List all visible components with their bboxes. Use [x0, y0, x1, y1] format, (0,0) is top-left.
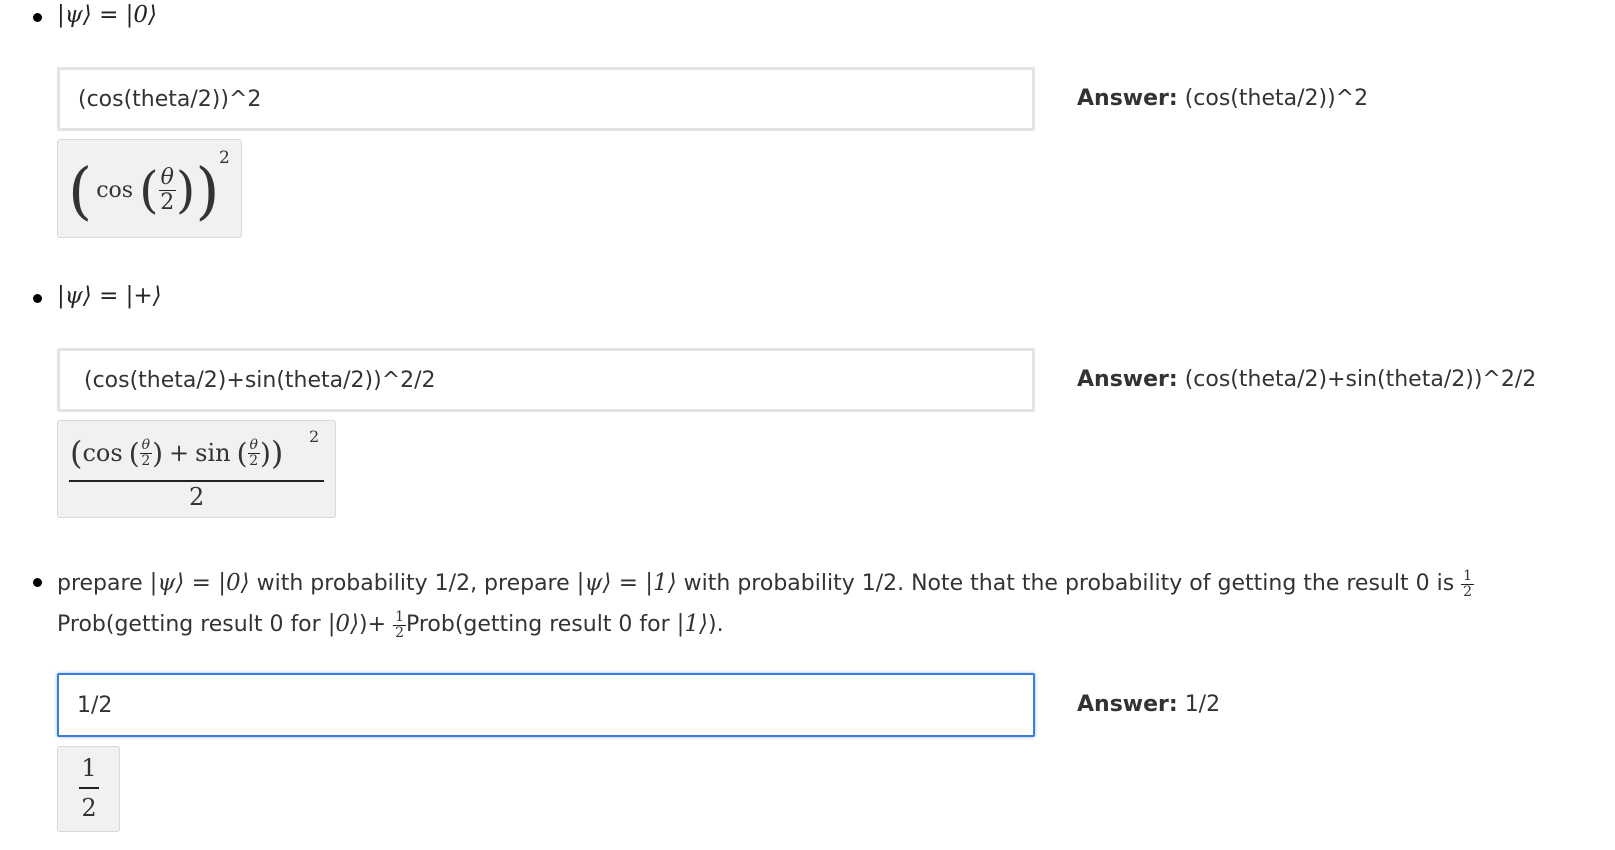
question-text-part: ).	[708, 612, 724, 637]
question-math: |1⟩	[676, 611, 709, 637]
question-text-part: )+	[359, 612, 394, 637]
fraction-denominator: 2	[1463, 583, 1473, 600]
math-preview: ( cos ( θ 2 ) ) 2	[57, 139, 242, 238]
answer-label: Answer:	[1077, 86, 1178, 111]
fraction-numerator: θ	[139, 436, 153, 454]
question-text-part: Prob(getting result 0 for	[57, 612, 328, 637]
fraction-bar	[79, 787, 99, 789]
question-text: prepare |ψ⟩ = |0⟩ with probability 1/2, …	[57, 563, 1537, 645]
preview-exponent: 2	[219, 148, 230, 168]
fraction-numerator: θ	[158, 165, 176, 191]
fraction-denominator: 2	[141, 452, 151, 469]
preview-plus: +	[169, 439, 190, 467]
fraction-bar	[69, 480, 324, 482]
answer-value: 1/2	[1184, 692, 1221, 717]
fraction-denominator: 2	[81, 794, 97, 822]
answer-value: (cos(theta/2)+sin(theta/2))^2/2	[1184, 367, 1537, 392]
answer-input[interactable]	[57, 348, 1035, 412]
answer-label: Answer:	[1077, 367, 1178, 392]
question-text-part: with probability 1/2. Note that the prob…	[676, 571, 1462, 596]
bullet	[33, 578, 42, 587]
question-math: |ψ⟩ = |0⟩	[57, 2, 158, 28]
question-text-part: prepare	[57, 571, 150, 596]
question-math: |ψ⟩ = |1⟩	[576, 570, 677, 596]
fraction-numerator: 1	[393, 608, 406, 626]
bullet	[33, 13, 42, 22]
answer-input[interactable]	[57, 673, 1035, 737]
answer-display: Answer: (cos(theta/2))^2	[1077, 86, 1368, 111]
inline-fraction: 12	[393, 610, 406, 640]
question-math: |ψ⟩ = |0⟩	[149, 570, 250, 596]
question-text-part: with probability 1/2, prepare	[249, 571, 577, 596]
preview-fn: cos	[82, 439, 123, 467]
answer-value: (cos(theta/2))^2	[1184, 86, 1369, 111]
preview-exponent: 2	[309, 427, 320, 446]
fraction-denominator: 2	[160, 189, 175, 215]
question-math: |0⟩	[327, 611, 360, 637]
question-math: |ψ⟩ = |+⟩	[57, 283, 162, 309]
bullet	[33, 294, 42, 303]
answer-display: Answer: 1/2	[1077, 692, 1220, 717]
fraction-numerator: 1	[1461, 567, 1475, 585]
math-preview: 1 2	[57, 746, 120, 832]
math-preview: ( cos ( θ 2 ) + sin ( θ 2 ) ) 2 2	[57, 420, 336, 518]
answer-display: Answer: (cos(theta/2)+sin(theta/2))^2/2	[1077, 367, 1536, 392]
preview-fraction: θ 2	[158, 165, 176, 215]
fraction-denominator: 2	[249, 452, 259, 469]
fraction-numerator: θ	[247, 436, 260, 454]
answer-input[interactable]	[57, 67, 1035, 131]
preview-fn: cos	[96, 177, 134, 203]
inline-fraction: 12	[1461, 567, 1475, 600]
answer-label: Answer:	[1077, 692, 1178, 717]
fraction-numerator: 1	[81, 754, 97, 782]
preview-denominator: 2	[189, 483, 205, 511]
preview-fn: sin	[195, 439, 231, 467]
question-text-part: Prob(getting result 0 for	[405, 612, 677, 637]
fraction-denominator: 2	[395, 624, 404, 641]
